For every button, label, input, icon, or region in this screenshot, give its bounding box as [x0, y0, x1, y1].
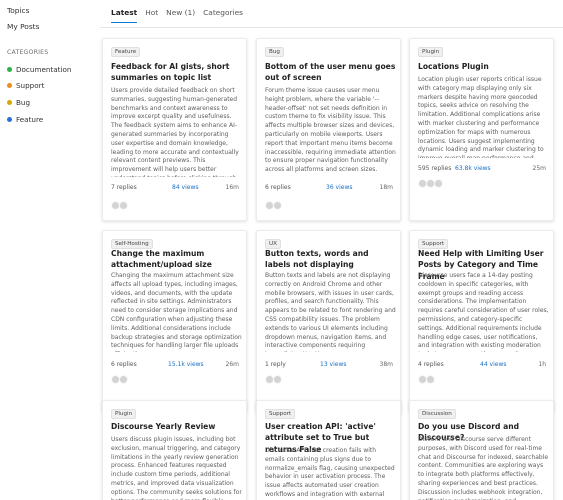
category-badge[interactable]: Bug	[265, 47, 284, 57]
topic-excerpt: Changing the maximum attachment size aff…	[111, 272, 242, 352]
topic-stats: 7 replies 84 views 16m	[111, 184, 239, 193]
topic-card[interactable]: Support Need Help with Limiting User Pos…	[409, 230, 554, 413]
avatar[interactable]	[426, 375, 435, 384]
topic-card[interactable]: Feature Feedback for AI gists, short sum…	[102, 38, 247, 221]
category-badge[interactable]: Plugin	[111, 409, 137, 419]
category-badge[interactable]: Plugin	[418, 47, 444, 57]
topic-card[interactable]: Bug Bottom of the user menu goes out of …	[256, 38, 401, 221]
topic-excerpt: Button texts and labels are not displayi…	[265, 272, 396, 352]
topic-title[interactable]: Feedback for AI gists, short summaries o…	[111, 61, 242, 84]
topic-excerpt: Forum theme issue causes user menu heigh…	[265, 87, 396, 174]
category-label: Bug	[16, 97, 31, 107]
topic-stats: 4 replies 44 views 1h	[418, 361, 546, 370]
avatar[interactable]	[119, 375, 128, 384]
sidebar-category-documentation[interactable]: Documentation	[7, 64, 71, 74]
sidebar-link-my-posts[interactable]: My Posts	[7, 22, 39, 31]
topic-list-nav: Latest Hot New (1) Categories	[111, 8, 251, 24]
topic-title[interactable]: Discourse Yearly Review	[111, 421, 242, 432]
reply-count: 1 reply	[265, 361, 286, 368]
view-count: 44 views	[480, 361, 507, 368]
nav-divider	[100, 27, 563, 28]
category-label: Support	[16, 80, 45, 90]
poster-avatars	[111, 375, 128, 384]
poster-avatars	[265, 375, 282, 384]
topic-title[interactable]: Locations Plugin	[418, 61, 549, 72]
activity-age[interactable]: 26m	[226, 361, 239, 368]
topic-stats: 595 replies 63.8k views 25m	[418, 165, 546, 174]
reply-count: 7 replies	[111, 184, 137, 191]
activity-age[interactable]: 16m	[226, 184, 239, 191]
sidebar-category-support[interactable]: Support	[7, 80, 44, 90]
category-color-dot	[7, 66, 12, 72]
topic-card[interactable]: Support User creation API: 'active' attr…	[256, 400, 401, 500]
topic-card[interactable]: Plugin Locations Plugin Location plugin …	[409, 38, 554, 221]
activity-age[interactable]: 38m	[380, 361, 393, 368]
reply-count: 6 replies	[265, 184, 291, 191]
view-count: 13 views	[320, 361, 347, 368]
topic-card[interactable]: Plugin Discourse Yearly Review Users dis…	[102, 400, 247, 500]
topic-excerpt: Discourse users face a 14-day posting co…	[418, 272, 549, 352]
sidebar: Topics My Posts CATEGORIES Documentation…	[0, 0, 95, 500]
tab-latest[interactable]: Latest	[111, 8, 138, 23]
categories-heading: CATEGORIES	[7, 49, 49, 56]
topic-stats: 6 replies 36 views 18m	[265, 184, 393, 193]
topic-title[interactable]: Button texts, words and labels not displ…	[265, 248, 396, 271]
topic-card[interactable]: Self-Hosting Change the maximum attachme…	[102, 230, 247, 413]
topic-title[interactable]: Bottom of the user menu goes out of scre…	[265, 61, 396, 84]
sidebar-category-feature[interactable]: Feature	[7, 114, 43, 124]
topic-excerpt: Location plugin user reports critical is…	[418, 76, 544, 158]
category-color-dot	[7, 82, 12, 88]
tab-categories[interactable]: Categories	[203, 8, 243, 22]
topic-excerpt: Discord and Discourse serve different pu…	[418, 436, 549, 500]
view-count: 63.8k views	[455, 165, 491, 172]
avatar[interactable]	[434, 179, 443, 188]
sidebar-link-topics[interactable]: Topics	[7, 6, 29, 15]
topic-card[interactable]: Discussion Do you use Discord and Discou…	[409, 400, 554, 500]
view-count: 15.1k views	[168, 361, 204, 368]
category-badge[interactable]: Feature	[111, 47, 141, 57]
reply-count: 4 replies	[418, 361, 444, 368]
poster-avatars	[111, 201, 128, 210]
topic-title[interactable]: Change the maximum attachment/upload siz…	[111, 248, 242, 271]
view-count: 84 views	[172, 184, 199, 191]
activity-age[interactable]: 1h	[538, 361, 546, 368]
view-count: 36 views	[326, 184, 353, 191]
category-label: Feature	[16, 114, 44, 124]
poster-avatars	[418, 375, 435, 384]
sidebar-category-bug[interactable]: Bug	[7, 97, 30, 107]
reply-count: 595 replies	[418, 165, 452, 172]
poster-avatars	[418, 179, 443, 188]
topic-stats: 1 reply 13 views 38m	[265, 361, 393, 370]
category-color-dot	[7, 116, 12, 122]
avatar[interactable]	[273, 201, 282, 210]
tab-new[interactable]: New (1)	[166, 8, 195, 22]
avatar[interactable]	[119, 201, 128, 210]
topic-card[interactable]: UX Button texts, words and labels not di…	[256, 230, 401, 413]
activity-age[interactable]: 18m	[380, 184, 393, 191]
activity-age[interactable]: 25m	[533, 165, 546, 172]
category-color-dot	[7, 99, 12, 105]
category-label: Documentation	[16, 64, 72, 74]
topic-excerpt: Users provide detailed feedback on short…	[111, 87, 239, 177]
topic-excerpt: Discourse API user creation fails with e…	[265, 447, 395, 500]
poster-avatars	[265, 201, 282, 210]
reply-count: 6 replies	[111, 361, 137, 368]
topic-stats: 6 replies 15.1k views 26m	[111, 361, 239, 370]
category-badge[interactable]: Support	[265, 409, 296, 419]
category-badge[interactable]: Discussion	[418, 409, 456, 419]
tab-hot[interactable]: Hot	[145, 8, 158, 22]
avatar[interactable]	[273, 375, 282, 384]
topic-excerpt: Users discuss plugin issues, including b…	[111, 436, 242, 500]
